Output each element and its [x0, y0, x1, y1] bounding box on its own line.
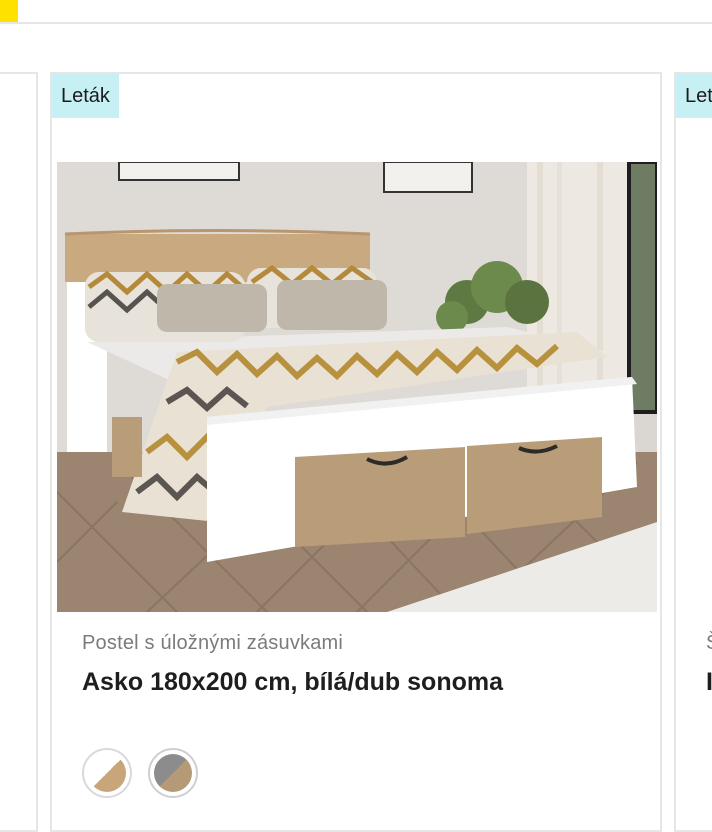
product-subtitle: Postel s úložnými zásuvkami: [82, 632, 344, 654]
product-image[interactable]: [57, 162, 657, 612]
color-swatch-grey-oak[interactable]: [148, 748, 198, 798]
leaflet-badge: Leták: [52, 74, 119, 118]
bed-illustration: [57, 162, 657, 612]
next-product-subtitle: Š: [706, 632, 712, 655]
grey-oak-swatch-fill: [154, 754, 192, 792]
accent-tab[interactable]: [0, 0, 18, 22]
white-oak-swatch-fill: [88, 754, 126, 792]
product-card[interactable]: Leták Postel s úložnými zásuvkami Asko 1…: [50, 72, 662, 832]
color-swatch-white-oak[interactable]: [82, 748, 132, 798]
product-title[interactable]: Asko 180x200 cm, bílá/dub sonoma: [82, 668, 503, 697]
top-bar: [0, 0, 712, 24]
next-product-title[interactable]: I: [706, 668, 712, 697]
leaflet-badge-next: Let: [676, 74, 712, 118]
product-card-next[interactable]: Let Š I: [674, 72, 712, 832]
product-card-previous[interactable]: [0, 72, 38, 832]
